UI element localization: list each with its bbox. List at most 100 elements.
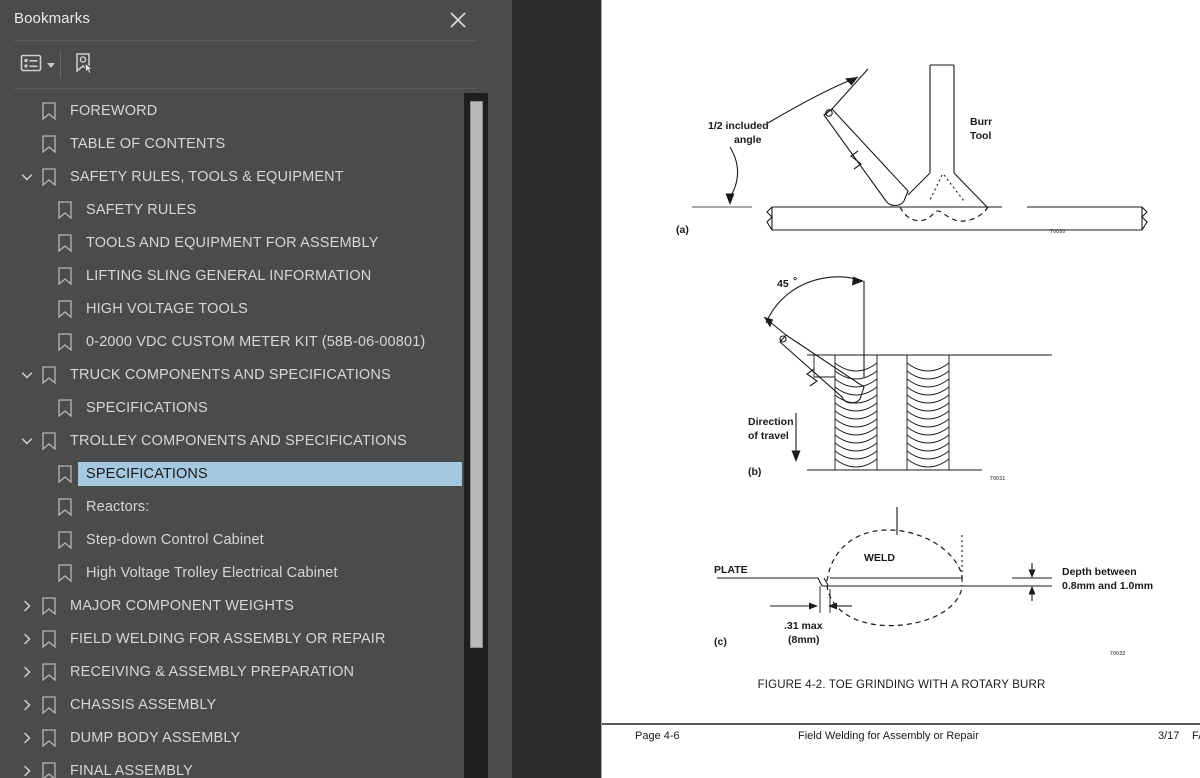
footer-doc-code: FAM0407 [1192,730,1200,742]
bookmark-item-label: FINAL ASSEMBLY [70,762,193,778]
bookmark-item[interactable]: SPECIFICATIONS [0,391,462,424]
figure-b-art-number: 70031 [990,476,1005,482]
bookmarks-panel-header: Bookmarks [0,0,490,40]
bookmark-item[interactable]: CHASSIS ASSEMBLY [0,688,462,721]
bookmark-item[interactable]: TROLLEY COMPONENTS AND SPECIFICATIONS [0,424,462,457]
bookmark-item[interactable]: 0-2000 VDC CUSTOM METER KIT (58B-06-0080… [0,325,462,358]
bookmark-item-label: RECEIVING & ASSEMBLY PREPARATION [70,663,355,680]
bookmark-item-label: High Voltage Trolley Electrical Cabinet [86,564,338,581]
footer-section-title: Field Welding for Assembly or Repair [798,730,979,742]
bookmark-item-label: 0-2000 VDC CUSTOM METER KIT (58B-06-0080… [86,333,426,350]
document-page[interactable]: 1/2 included angle Burr Tool (a) 70030 4… [601,0,1200,778]
bookmark-item[interactable]: FIELD WELDING FOR ASSEMBLY OR REPAIR [0,622,462,655]
bookmark-item-label: SPECIFICATIONS [86,399,208,416]
bookmark-item[interactable]: MAJOR COMPONENT WEIGHTS [0,589,462,622]
list-options-icon [20,53,42,78]
svg-text:PLATE: PLATE [714,564,748,576]
bookmark-item[interactable]: SAFETY RULES [0,193,462,226]
svg-text:(a): (a) [676,224,689,236]
scrollbar-thumb[interactable] [470,101,483,648]
bookmarks-scrollbar[interactable] [464,93,488,778]
bookmark-item[interactable]: DUMP BODY ASSEMBLY [0,721,462,754]
chevron-right-icon[interactable] [16,754,38,778]
bookmark-item[interactable]: HIGH VOLTAGE TOOLS [0,292,462,325]
bookmark-options-button[interactable] [20,50,55,80]
bookmark-icon [54,556,76,589]
bookmark-icon [54,523,76,556]
bookmark-icon [54,325,76,358]
chevron-down-icon [47,62,55,68]
pdf-viewer: Bookmarks FOREWORD TABLE OF CONTENTS SAF… [0,0,1200,778]
figure-a: 1/2 included angle Burr Tool (a) 70030 [672,55,1152,245]
bookmark-item-label: TABLE OF CONTENTS [70,135,226,152]
chevron-right-icon[interactable] [16,721,38,754]
svg-text:(b): (b) [748,466,761,478]
figure-b: 45 ° Direction of travel (b) 70031 [748,265,1152,490]
header-divider [14,40,476,41]
bookmark-icon [38,721,60,754]
footer-page-number: Page 4-6 [635,730,680,742]
svg-text:.31 max: .31 max [784,620,823,632]
new-bookmark-icon [72,51,96,80]
chevron-right-icon[interactable] [16,655,38,688]
bookmarks-panel: Bookmarks FOREWORD TABLE OF CONTENTS SAF… [0,0,490,778]
svg-text:WELD: WELD [864,552,895,564]
figure-caption: FIGURE 4-2. TOE GRINDING WITH A ROTARY B… [757,679,1046,691]
bookmark-icon [54,490,76,523]
svg-text:0.8mm and 1.0mm: 0.8mm and 1.0mm [1062,580,1153,592]
bookmark-item[interactable]: Step-down Control Cabinet [0,523,462,556]
bookmark-item-label: TROLLEY COMPONENTS AND SPECIFICATIONS [70,432,407,449]
bookmark-item[interactable]: Reactors: [0,490,462,523]
bookmark-item[interactable]: FINAL ASSEMBLY [0,754,462,778]
bookmark-item-label: SAFETY RULES, TOOLS & EQUIPMENT [70,168,344,185]
bookmark-item[interactable]: RECEIVING & ASSEMBLY PREPARATION [0,655,462,688]
footer-rule [602,723,1200,725]
bookmark-item[interactable]: LIFTING SLING GENERAL INFORMATION [0,259,462,292]
svg-text:Burr: Burr [970,116,992,128]
bookmark-item[interactable]: High Voltage Trolley Electrical Cabinet [0,556,462,589]
bookmark-item-label: SPECIFICATIONS [86,465,208,482]
bookmark-item[interactable]: TOOLS AND EQUIPMENT FOR ASSEMBLY [0,226,462,259]
bookmark-item-label: FOREWORD [70,102,158,119]
close-icon[interactable] [446,8,470,32]
bookmark-item-label: TRUCK COMPONENTS AND SPECIFICATIONS [70,366,391,383]
chevron-down-icon[interactable] [16,358,38,391]
bookmark-item[interactable]: SPECIFICATIONS [0,457,462,490]
svg-text:Direction: Direction [748,416,794,428]
chevron-right-icon[interactable] [16,622,38,655]
bookmark-icon [54,391,76,424]
bookmark-icon [38,589,60,622]
bookmark-icon [38,622,60,655]
figure-c: PLATE WELD .31 max (8mm) Depth between 0… [712,505,1182,670]
bookmark-item[interactable]: SAFETY RULES, TOOLS & EQUIPMENT [0,160,462,193]
panel-splitter[interactable] [490,0,995,778]
bookmark-icon [38,754,60,778]
svg-text:(8mm): (8mm) [788,634,820,646]
figure-a-art-number: 70030 [1050,229,1065,235]
bookmark-icon [38,358,60,391]
bookmark-item-label: Reactors: [86,498,150,515]
figure-c-art-number: 70032 [1110,651,1125,657]
bookmark-icon [38,655,60,688]
svg-text:Tool: Tool [970,130,991,142]
chevron-right-icon[interactable] [16,589,38,622]
bookmark-item[interactable]: FOREWORD [0,94,462,127]
svg-text:of travel: of travel [748,430,789,442]
chevron-down-icon[interactable] [16,424,38,457]
svg-text:(c): (c) [714,636,727,648]
toolbar-separator [60,52,61,78]
bookmarks-tree[interactable]: FOREWORD TABLE OF CONTENTS SAFETY RULES, T… [0,94,462,778]
bookmark-icon [38,127,60,160]
bookmark-item[interactable]: TABLE OF CONTENTS [0,127,462,160]
bookmarks-panel-title: Bookmarks [14,10,90,27]
bookmark-item-label: Step-down Control Cabinet [86,531,264,548]
bookmark-item-label: TOOLS AND EQUIPMENT FOR ASSEMBLY [86,234,379,251]
bookmark-icon [38,688,60,721]
bookmark-icon [38,424,60,457]
new-bookmark-button[interactable] [72,50,96,80]
bookmarks-toolbar [0,44,490,86]
chevron-right-icon[interactable] [16,688,38,721]
bookmark-icon [38,94,60,127]
chevron-down-icon[interactable] [16,160,38,193]
bookmark-item[interactable]: TRUCK COMPONENTS AND SPECIFICATIONS [0,358,462,391]
